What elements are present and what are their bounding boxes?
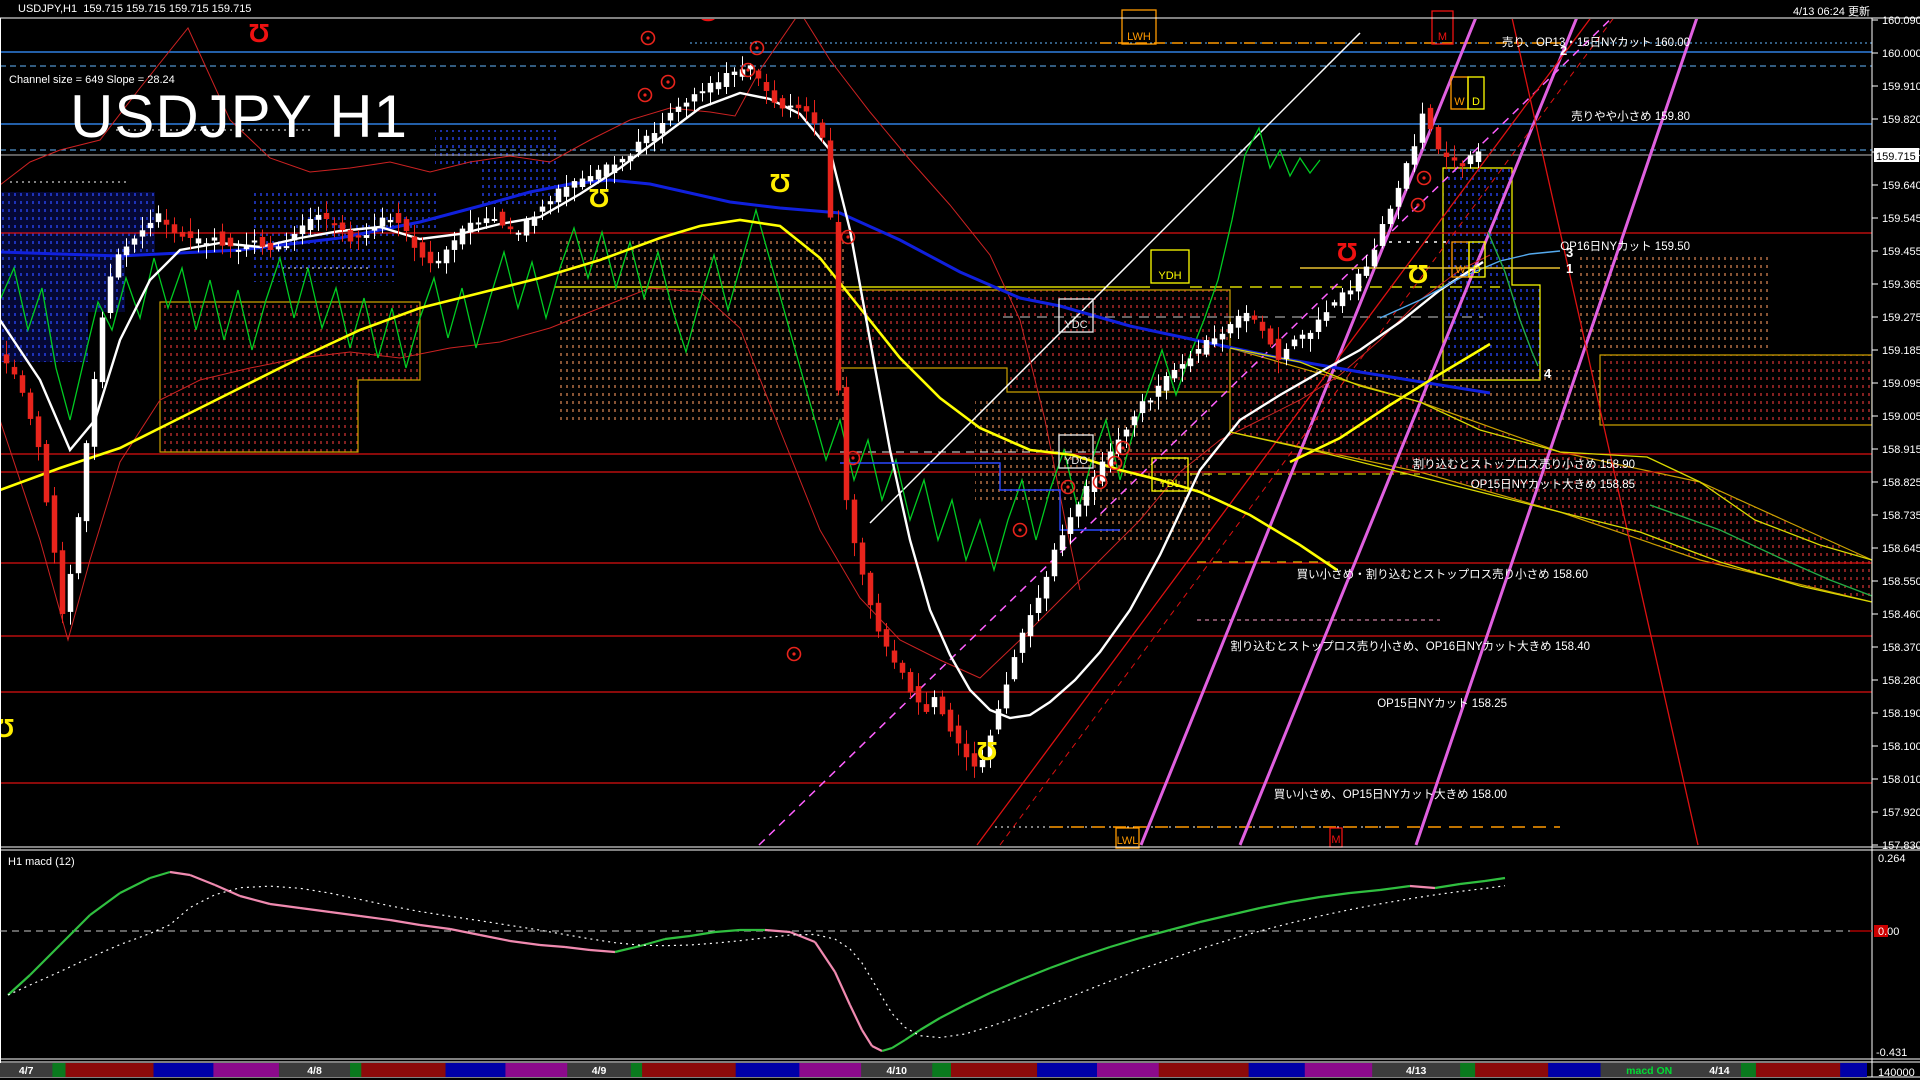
level-annotation-0: 売り、OP13・15日NYカット 160.00 bbox=[1502, 36, 1690, 49]
level-annotation-6: 割り込むとストップロス売り小さめ、OP16日NYカット大きめ 158.40 bbox=[1230, 639, 1590, 653]
svg-text:158.280: 158.280 bbox=[1882, 675, 1920, 687]
svg-text:159.455: 159.455 bbox=[1882, 246, 1920, 258]
svg-text:158.825: 158.825 bbox=[1882, 477, 1920, 489]
timeline-strip[interactable]: 4/7 4/8 4/9 4/10 4/13 macd ON 4/14 bbox=[0, 1063, 1867, 1077]
svg-text:157.830: 157.830 bbox=[1882, 840, 1920, 852]
level-annotation-2: OP16日NYカット 159.50 bbox=[1560, 240, 1690, 253]
svg-text:158.100: 158.100 bbox=[1882, 741, 1920, 753]
level-annotation-3: 割り込むとストップロス売り小さめ 158.90 bbox=[1413, 457, 1635, 471]
svg-text:0.00: 0.00 bbox=[1878, 926, 1899, 938]
svg-text:M: M bbox=[1438, 31, 1447, 43]
svg-text:159.005: 159.005 bbox=[1882, 411, 1920, 423]
chart-frame bbox=[0, 18, 1920, 1077]
svg-text:140000: 140000 bbox=[1878, 1067, 1915, 1079]
svg-text:158.735: 158.735 bbox=[1882, 510, 1920, 522]
macd-axis: 0.264 0.00 -0.431 140000 bbox=[1850, 853, 1915, 1079]
date-label-4-13: 4/13 bbox=[1406, 1065, 1427, 1077]
svg-text:YDH: YDH bbox=[1158, 270, 1181, 282]
svg-text:159.545: 159.545 bbox=[1882, 213, 1920, 225]
svg-text:LWH: LWH bbox=[1127, 31, 1151, 43]
svg-text:0.264: 0.264 bbox=[1878, 853, 1906, 865]
svg-text:D: D bbox=[1472, 96, 1480, 108]
svg-text:157.920: 157.920 bbox=[1882, 807, 1920, 819]
svg-text:159.820: 159.820 bbox=[1882, 114, 1920, 126]
level-annotation-8: 買い小さめ、OP15日NYカット大きめ 158.00 bbox=[1274, 787, 1507, 801]
level-annotation-4: OP15日NYカット大きめ 158.85 bbox=[1471, 477, 1635, 491]
buy-signal-icon: Ω bbox=[0, 713, 14, 743]
svg-text:YDC: YDC bbox=[1064, 319, 1087, 331]
period-label-box-m: M bbox=[1432, 11, 1453, 44]
macd-indicator-label: H1 macd (12) bbox=[8, 856, 75, 868]
period-label-box-ydh: YDH bbox=[1151, 250, 1189, 283]
period-label-box-lwh: LWH bbox=[1122, 10, 1156, 44]
svg-text:158.370: 158.370 bbox=[1882, 642, 1920, 654]
buy-signal-icon: Ω bbox=[1408, 259, 1429, 289]
svg-text:158.010: 158.010 bbox=[1882, 774, 1920, 786]
svg-text:159.640: 159.640 bbox=[1882, 180, 1920, 192]
svg-text:158.645: 158.645 bbox=[1882, 543, 1920, 555]
svg-text:LWL: LWL bbox=[1117, 835, 1139, 847]
projection-number-4: 4 bbox=[1544, 366, 1552, 381]
mt4-chart-window: USDJPY,H1 159.715 159.715 159.715 159.71… bbox=[0, 0, 1920, 1080]
svg-text:158.915: 158.915 bbox=[1882, 444, 1920, 456]
period-label-box-lwl: LWL bbox=[1116, 828, 1139, 848]
macd-pane bbox=[0, 872, 1872, 1051]
svg-text:W: W bbox=[1455, 264, 1466, 276]
date-label-4-8: 4/8 bbox=[307, 1065, 322, 1077]
level-annotation-7: OP15日NYカット 158.25 bbox=[1377, 697, 1507, 710]
projection-number-3: 3 bbox=[1566, 245, 1573, 260]
current-price-tag: 159.715 bbox=[1876, 151, 1916, 163]
svg-text:160.000: 160.000 bbox=[1882, 48, 1920, 60]
sell-signal-icon: Ω bbox=[698, 0, 719, 27]
svg-text:159.910: 159.910 bbox=[1882, 81, 1920, 93]
date-label-4-9: 4/9 bbox=[592, 1065, 607, 1077]
level-annotation-1: 売りやや小さめ 159.80 bbox=[1571, 110, 1690, 123]
date-label-4-10: 4/10 bbox=[886, 1065, 907, 1077]
buy-signal-icon: Ω bbox=[589, 183, 610, 213]
svg-text:159.095: 159.095 bbox=[1882, 378, 1920, 390]
sell-signal-icon: Ω bbox=[1337, 237, 1358, 267]
price-axis[interactable]: 160.090160.000159.910159.820159.730159.6… bbox=[1872, 15, 1920, 852]
buy-signal-icon: Ω bbox=[977, 736, 998, 766]
level-annotation-5: 買い小さめ・割り込むとストップロス売り小さめ 158.60 bbox=[1297, 567, 1588, 581]
svg-text:YDO: YDO bbox=[1064, 455, 1088, 467]
svg-text:D: D bbox=[1473, 264, 1481, 276]
price-chart-canvas[interactable]: ΩΩΩΩΩΩΩΩLWHMWDYDHWDYDCYDOYDLLWLM売り、OP13・… bbox=[0, 0, 1920, 1080]
svg-text:W: W bbox=[1454, 96, 1465, 108]
svg-text:158.460: 158.460 bbox=[1882, 609, 1920, 621]
period-label-box-m: M bbox=[1330, 828, 1342, 847]
projection-number-1: 1 bbox=[1566, 261, 1573, 276]
date-label-4-7: 4/7 bbox=[19, 1065, 34, 1077]
period-label-box-w: W bbox=[1451, 77, 1468, 109]
buy-signal-icon: Ω bbox=[770, 168, 791, 198]
projection-number-2: 2 bbox=[1560, 43, 1567, 58]
symbol-watermark: USDJPY H1 bbox=[70, 82, 408, 151]
svg-text:159.185: 159.185 bbox=[1882, 345, 1920, 357]
period-label-box-d: D bbox=[1468, 77, 1484, 109]
svg-text:160.090: 160.090 bbox=[1882, 15, 1920, 27]
svg-text:159.275: 159.275 bbox=[1882, 312, 1920, 324]
macd-on-toggle-label: macd ON bbox=[1626, 1065, 1672, 1077]
svg-text:M: M bbox=[1331, 834, 1340, 846]
svg-text:YDL: YDL bbox=[1159, 478, 1180, 490]
svg-text:159.365: 159.365 bbox=[1882, 279, 1920, 291]
svg-text:158.190: 158.190 bbox=[1882, 708, 1920, 720]
date-label-4-14: 4/14 bbox=[1709, 1065, 1730, 1077]
svg-text:-0.431: -0.431 bbox=[1876, 1047, 1907, 1059]
sell-signal-icon: Ω bbox=[249, 18, 270, 48]
svg-text:158.550: 158.550 bbox=[1882, 576, 1920, 588]
